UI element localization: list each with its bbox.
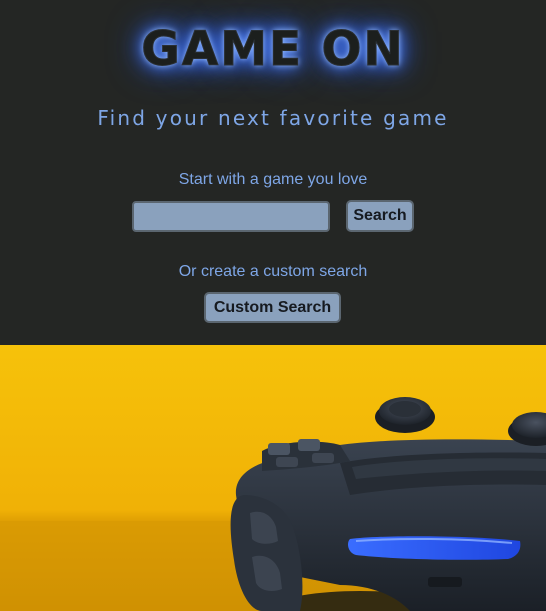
game-search-input[interactable] bbox=[132, 201, 330, 232]
controller-illustration bbox=[0, 345, 546, 611]
game-controller-photo bbox=[0, 345, 546, 611]
site-tagline: Find your next favorite game bbox=[97, 106, 449, 130]
site-title: GAME ON bbox=[141, 22, 405, 78]
search-button[interactable]: Search bbox=[346, 200, 414, 232]
page: GAME ON Find your next favorite game Sta… bbox=[0, 0, 546, 611]
custom-search-button[interactable]: Custom Search bbox=[204, 292, 341, 323]
search-prompt: Start with a game you love bbox=[178, 171, 368, 188]
hero-section: GAME ON Find your next favorite game Sta… bbox=[0, 0, 546, 345]
custom-search-prompt: Or create a custom search bbox=[178, 263, 368, 280]
